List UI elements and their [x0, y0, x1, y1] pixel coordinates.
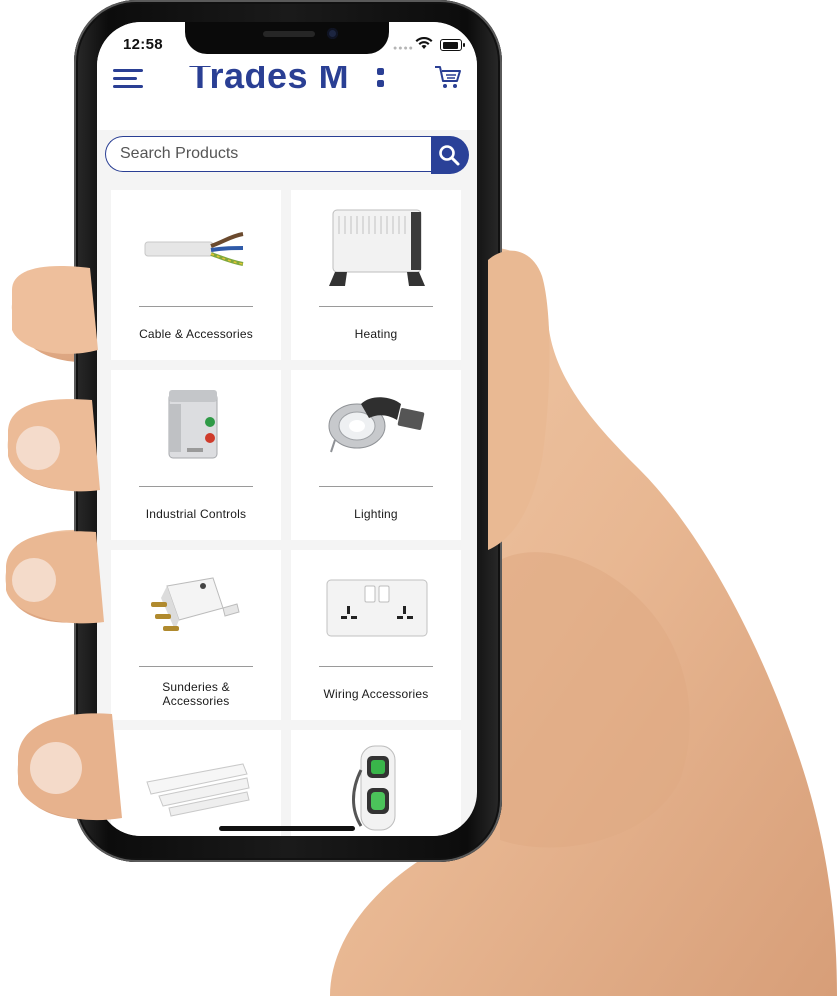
card-divider: [319, 666, 433, 667]
socket-icon: [326, 579, 428, 637]
thumb-right-overlay: [488, 250, 550, 550]
category-label: Lighting: [354, 507, 398, 521]
phone-screen: 12:58 ●●●● Trades M Search Products Cabl…: [97, 22, 477, 836]
signal-icon: ●●●●: [393, 45, 414, 52]
search-input[interactable]: [105, 136, 431, 172]
category-label: Industrial Controls: [145, 507, 247, 521]
speaker-grille: [263, 31, 315, 37]
downlight-icon: [328, 397, 425, 453]
camera-notch: [185, 22, 389, 54]
card-divider: [139, 666, 253, 667]
ev-charger-icon: [352, 745, 396, 831]
category-label: Wiring Accessories: [323, 687, 429, 701]
fingers-overlay: [6, 266, 122, 821]
card-divider: [139, 306, 253, 307]
category-card-lighting[interactable]: Lighting: [291, 370, 461, 540]
battery-icon: [440, 39, 465, 51]
search-icon: [439, 145, 460, 166]
search-bar: [105, 136, 469, 176]
card-divider: [139, 486, 253, 487]
front-camera: [327, 28, 338, 39]
category-label: Heating: [354, 327, 398, 341]
search-button[interactable]: [431, 136, 469, 174]
category-card-ev-charger[interactable]: [291, 730, 461, 836]
device-mockup: 12:58 ●●●● Trades M Search Products Cabl…: [0, 0, 837, 996]
cart-icon: [435, 66, 461, 88]
category-card-wiring[interactable]: Wiring Accessories: [291, 550, 461, 720]
status-time: 12:58: [123, 36, 163, 53]
home-indicator[interactable]: [219, 826, 355, 831]
card-divider: [319, 306, 433, 307]
cart-button[interactable]: [433, 62, 463, 92]
category-label: Sunderies & Accessories: [162, 680, 230, 708]
wifi-icon: [415, 37, 433, 49]
category-label: Cable & Accessories: [139, 327, 253, 341]
logo-mark-icon: [377, 68, 384, 87]
category-card-heating[interactable]: Heating: [291, 190, 461, 360]
heater-icon: [329, 209, 425, 286]
card-divider: [319, 486, 433, 487]
